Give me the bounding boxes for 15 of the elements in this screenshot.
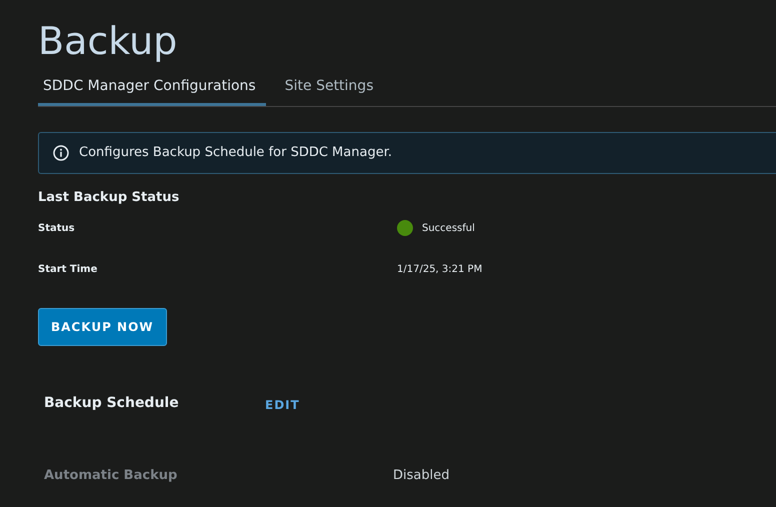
- tab[interactable]: Site Settings: [280, 74, 384, 106]
- field-value: Successful: [422, 222, 475, 236]
- field-label: Status: [38, 222, 76, 236]
- tab[interactable]: SDDC Manager Configurations: [38, 74, 266, 106]
- field-label: Start Time: [38, 262, 98, 276]
- alert-text: Configures Backup Schedule for SDDC Manager.: [79, 144, 392, 162]
- section-heading: Backup Schedule: [44, 394, 180, 413]
- page-title: Backup: [38, 18, 178, 64]
- field-label: Automatic Backup: [44, 466, 178, 484]
- info-icon: [53, 145, 69, 161]
- section-heading: Last Backup Status: [38, 189, 180, 207]
- field-value: Disabled: [393, 466, 450, 484]
- backup-now-button[interactable]: BACKUP NOW: [38, 308, 167, 346]
- field-value: 1/17/25, 3:21 PM: [397, 262, 482, 276]
- edit-link[interactable]: EDIT: [265, 396, 300, 414]
